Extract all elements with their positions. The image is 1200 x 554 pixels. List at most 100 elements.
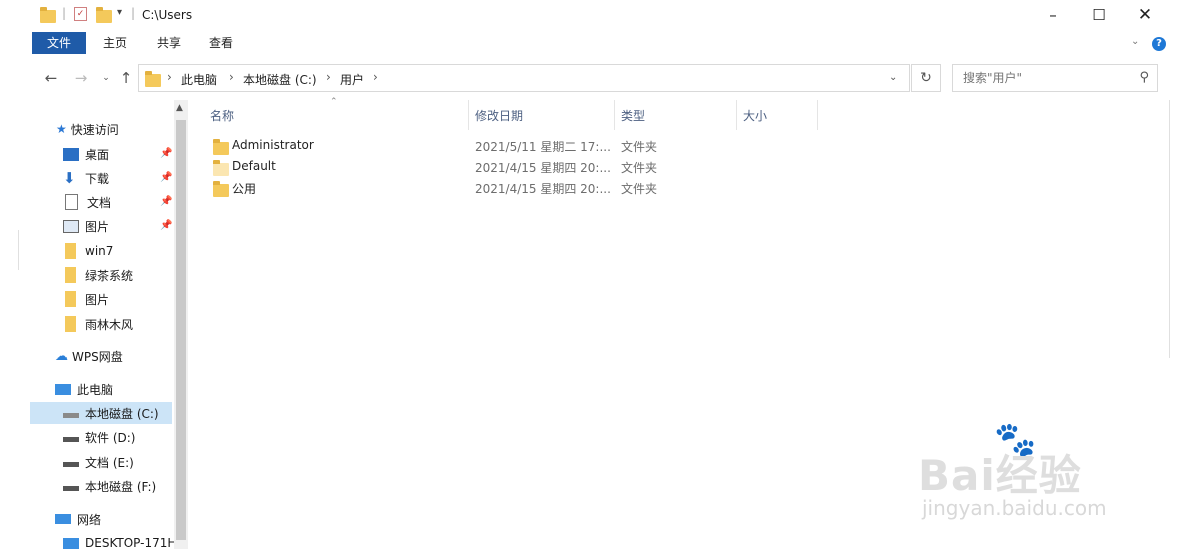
- pin-icon[interactable]: 📌: [160, 172, 172, 183]
- baidu-watermark: 🐾 Bai经验 jingyan.baidu.com: [918, 420, 1158, 525]
- file-row[interactable]: Administrator 2021/5/11 星期二 17:... 文件夹: [210, 136, 670, 156]
- nav-label: 软件 (D:): [85, 430, 136, 445]
- folder-icon: [213, 181, 229, 197]
- address-dropdown-icon[interactable]: ⌄: [889, 72, 897, 83]
- column-divider[interactable]: [817, 100, 818, 130]
- column-name[interactable]: 名称: [210, 107, 234, 124]
- column-divider[interactable]: [736, 100, 737, 130]
- nav-downloads[interactable]: ⬇ 下载: [63, 167, 109, 189]
- nav-folder-pictures[interactable]: 图片: [63, 288, 109, 310]
- help-icon[interactable]: ?: [1152, 37, 1166, 51]
- file-date: 2021/5/11 星期二 17:...: [475, 140, 611, 154]
- tab-home[interactable]: 主页: [92, 32, 138, 54]
- background-window-edge: [18, 230, 19, 270]
- folder-icon: [65, 267, 76, 283]
- nav-scrollbar[interactable]: ▲: [174, 100, 188, 549]
- nav-desktop[interactable]: 桌面: [63, 143, 109, 165]
- new-folder-icon[interactable]: [96, 7, 112, 23]
- watermark-url: jingyan.baidu.com: [922, 496, 1107, 520]
- pin-icon[interactable]: 📌: [160, 220, 172, 231]
- nav-label: 桌面: [85, 147, 110, 162]
- file-name: Administrator: [232, 138, 314, 152]
- nav-label: win7: [85, 244, 114, 258]
- ribbon-expand-icon[interactable]: ⌄: [1131, 36, 1139, 47]
- nav-documents[interactable]: 文档: [63, 191, 111, 213]
- cloud-icon: ☁: [55, 348, 68, 364]
- nav-this-pc[interactable]: 此电脑: [55, 378, 113, 400]
- title-bar: | ✓ ▾ | C:\Users – ☐ ✕: [0, 0, 1200, 30]
- column-type[interactable]: 类型: [621, 107, 645, 124]
- nav-drive-e[interactable]: 文档 (E:): [63, 451, 134, 473]
- nav-pictures[interactable]: 图片: [63, 215, 109, 237]
- nav-label: DESKTOP-171H: [85, 536, 177, 550]
- file-type: 文件夹: [621, 140, 658, 154]
- qa-divider: |: [131, 6, 136, 20]
- search-icon[interactable]: ⚲: [1139, 70, 1149, 85]
- qa-divider: |: [62, 6, 67, 20]
- breadcrumb-users[interactable]: 用户: [340, 71, 364, 88]
- nav-drive-d[interactable]: 软件 (D:): [63, 426, 135, 448]
- column-date[interactable]: 修改日期: [475, 107, 523, 124]
- nav-folder-lvcha[interactable]: 绿茶系统: [63, 264, 133, 286]
- search-box[interactable]: ⚲: [952, 64, 1158, 92]
- star-icon: ★: [56, 122, 67, 136]
- back-icon[interactable]: ←: [40, 67, 62, 89]
- up-icon[interactable]: ↑: [115, 67, 137, 89]
- file-type: 文件夹: [621, 161, 658, 175]
- forward-icon[interactable]: →: [70, 67, 92, 89]
- computer-icon: [63, 537, 79, 549]
- nav-drive-c[interactable]: 本地磁盘 (C:): [30, 402, 172, 424]
- nav-wps-cloud[interactable]: ☁ WPS网盘: [55, 345, 123, 367]
- breadcrumb-this-pc[interactable]: 此电脑: [181, 71, 217, 88]
- picture-icon: [63, 219, 79, 233]
- search-input[interactable]: [961, 70, 1125, 86]
- refresh-button[interactable]: ↻: [911, 64, 941, 92]
- address-bar[interactable]: › 此电脑 › 本地磁盘 (C:) › 用户 › ⌄: [138, 64, 910, 92]
- navigation-pane: ★ 快速访问 桌面 📌 ⬇ 下载 📌 文档 📌 图片 📌 win7 绿茶系统 图…: [30, 100, 176, 550]
- maximize-button[interactable]: ☐: [1076, 2, 1122, 28]
- folder-icon: [65, 316, 76, 332]
- scroll-up-icon[interactable]: ▲: [176, 103, 183, 113]
- tab-file[interactable]: 文件: [32, 32, 86, 54]
- pin-icon[interactable]: 📌: [160, 196, 172, 207]
- column-divider[interactable]: [468, 100, 469, 130]
- file-row[interactable]: Default 2021/4/15 星期四 20:... 文件夹: [210, 157, 670, 177]
- quick-access-dropdown-icon[interactable]: ▾: [117, 7, 122, 18]
- background-window-edge: [1169, 100, 1170, 358]
- folder-icon: [65, 291, 76, 307]
- scrollbar-thumb[interactable]: [176, 120, 186, 540]
- breadcrumb-drive-c[interactable]: 本地磁盘 (C:): [243, 71, 317, 88]
- file-row[interactable]: 公用 2021/4/15 星期四 20:... 文件夹: [210, 178, 670, 198]
- nav-folder-win7[interactable]: win7: [63, 240, 113, 262]
- file-name: Default: [232, 159, 276, 173]
- tab-share[interactable]: 共享: [146, 32, 192, 54]
- minimize-button[interactable]: –: [1030, 2, 1076, 28]
- chevron-right-icon: ›: [373, 70, 378, 84]
- close-button[interactable]: ✕: [1122, 2, 1168, 28]
- nav-label: 图片: [85, 219, 110, 234]
- pin-icon[interactable]: 📌: [160, 148, 172, 159]
- column-divider[interactable]: [614, 100, 615, 130]
- column-size[interactable]: 大小: [743, 107, 767, 124]
- nav-network[interactable]: 网络: [55, 508, 101, 530]
- nav-folder-yulin[interactable]: 雨林木风: [63, 313, 133, 335]
- nav-label: 图片: [85, 292, 110, 307]
- nav-desktop-computer[interactable]: DESKTOP-171H: [63, 532, 176, 554]
- file-date: 2021/4/15 星期四 20:...: [475, 161, 611, 175]
- properties-icon[interactable]: ✓: [74, 7, 87, 21]
- watermark-brand: Bai经验: [918, 451, 1082, 500]
- nav-quick-access[interactable]: ★ 快速访问: [56, 118, 119, 140]
- computer-icon: [55, 383, 71, 395]
- drive-icon: [63, 462, 79, 467]
- folder-icon: [40, 7, 56, 23]
- folder-icon: [213, 139, 229, 155]
- folder-icon: [145, 71, 161, 87]
- recent-locations-icon[interactable]: ⌄: [95, 67, 117, 89]
- window-title: C:\Users: [142, 8, 193, 22]
- tab-view[interactable]: 查看: [198, 32, 244, 54]
- nav-label: 本地磁盘 (C:): [85, 406, 159, 421]
- nav-drive-f[interactable]: 本地磁盘 (F:): [63, 475, 156, 497]
- nav-label: 下载: [85, 171, 110, 186]
- nav-label: 快速访问: [70, 122, 119, 137]
- nav-label: 雨林木风: [85, 317, 134, 332]
